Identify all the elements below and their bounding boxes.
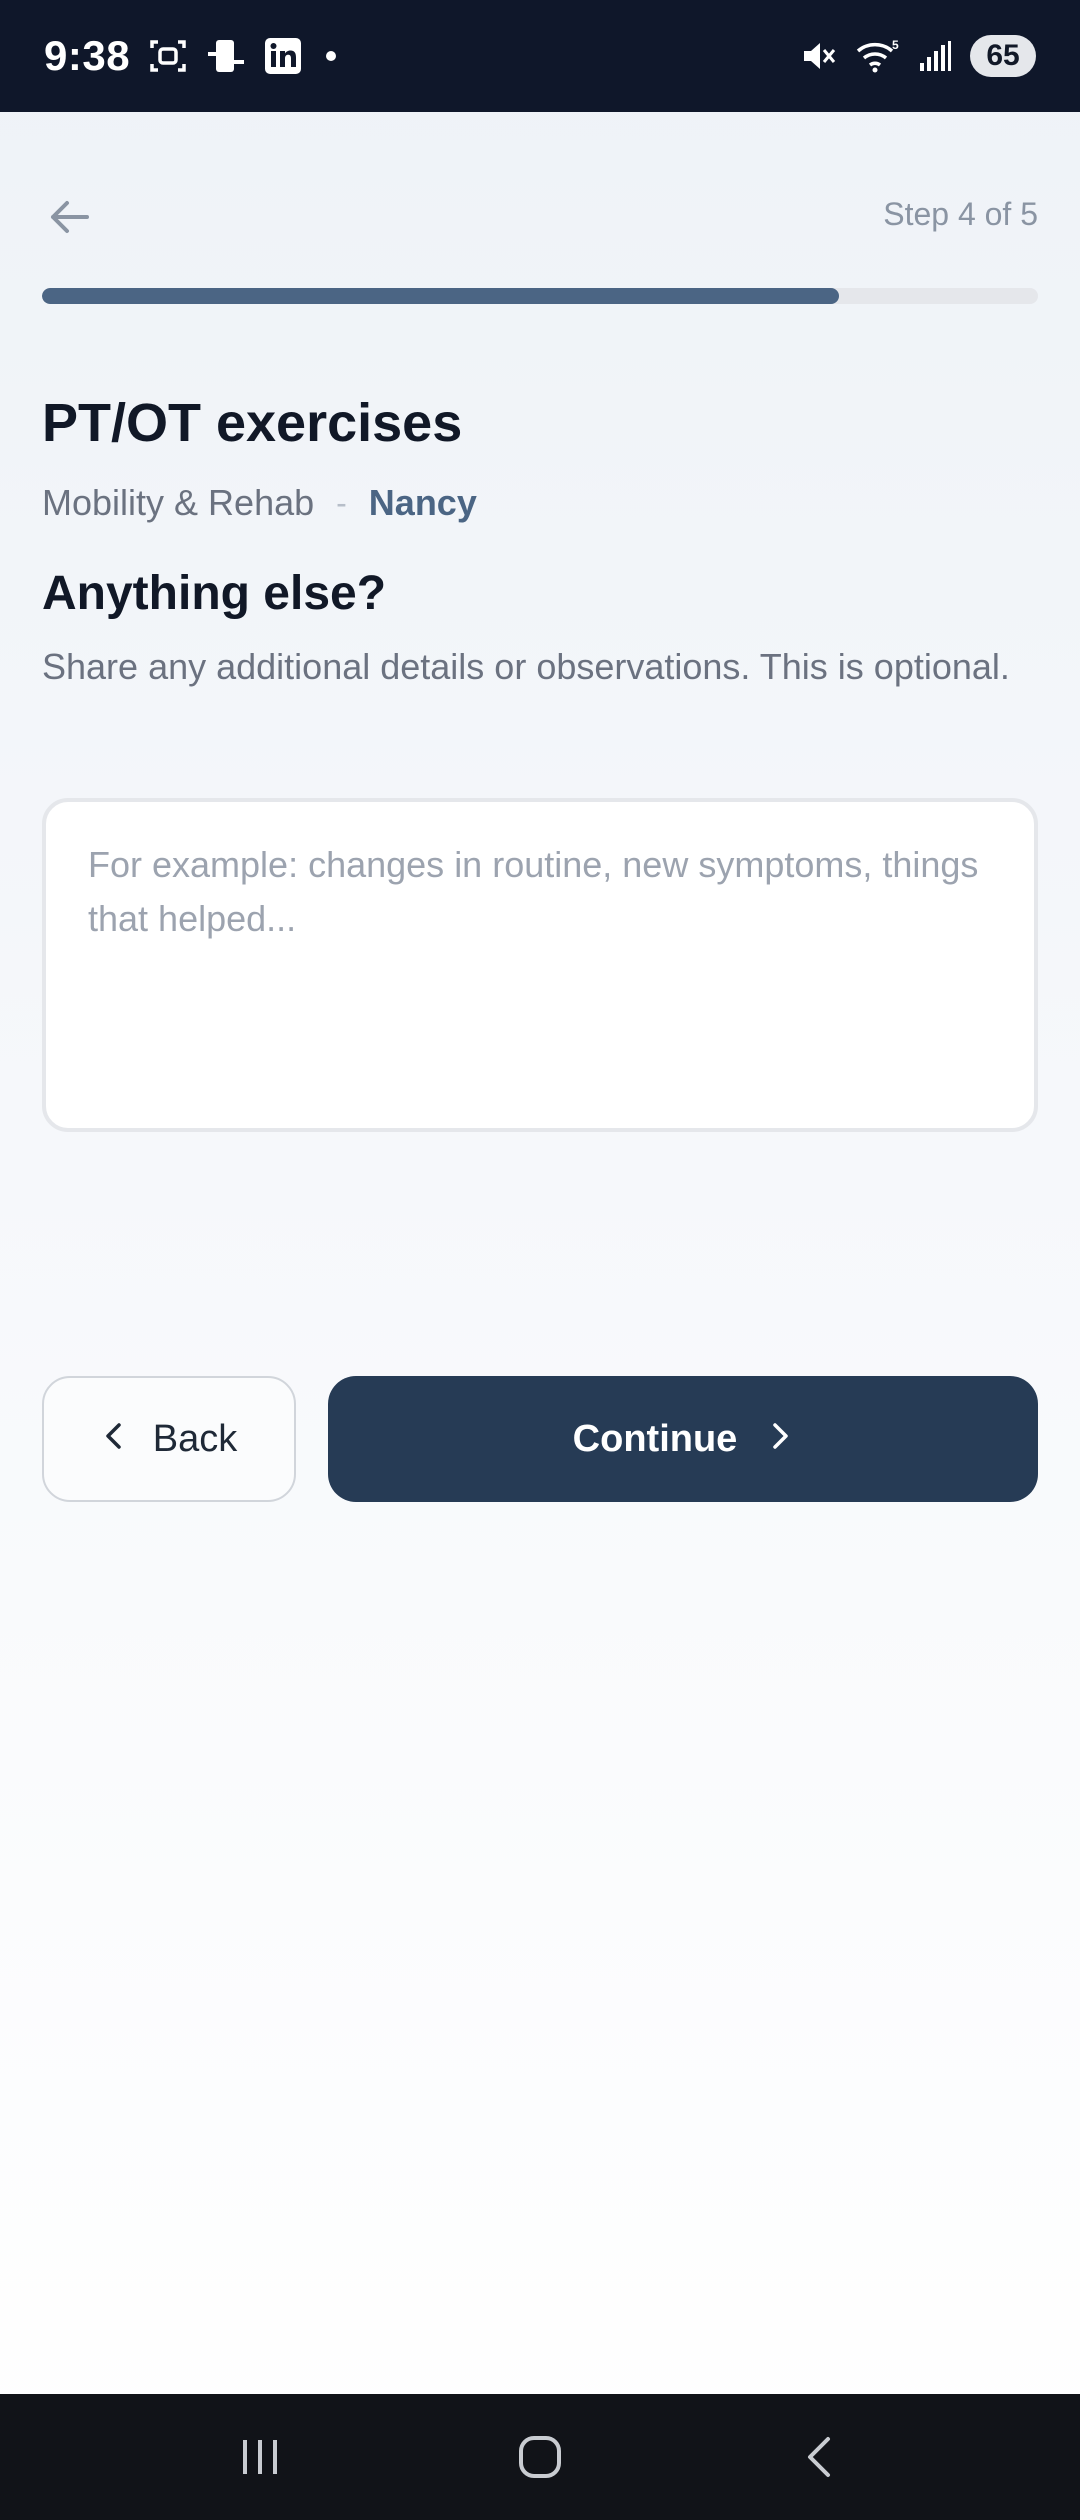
status-time: 9:38 [44,32,131,79]
question-title: Anything else? [42,567,387,620]
notes-textarea[interactable] [42,798,1038,1132]
battery-icon: 65 [970,35,1036,77]
mute-icon [800,37,838,75]
status-right: 5 65 [800,35,1036,77]
question-description: Share any additional details or observat… [42,646,1010,687]
chevron-right-icon [767,1418,793,1461]
progress-bar [42,288,1038,304]
home-icon[interactable] [500,2417,580,2497]
separator: - [336,484,347,521]
dot-icon [326,51,337,61]
status-left: 9:38 [44,32,337,80]
recent-apps-icon[interactable] [220,2417,300,2497]
continue-button-label: Continue [572,1417,738,1460]
device-icon [206,36,246,76]
back-arrow-icon[interactable] [42,190,96,244]
system-nav-bar [0,2394,1080,2520]
step-indicator: Step 4 of 5 [883,196,1038,232]
signal-icon [918,39,952,73]
status-bar: 9:38 5 65 [0,0,1080,112]
screenshot-icon [148,36,188,76]
linkedin-icon [264,37,302,75]
chevron-left-icon [101,1418,127,1461]
continue-button[interactable]: Continue [328,1376,1038,1502]
progress-fill [42,288,839,304]
wifi-icon: 5 [856,37,900,75]
back-button-label: Back [152,1417,238,1460]
back-button[interactable]: Back [42,1376,296,1502]
subtitle-row: Mobility & Rehab - Nancy [42,482,477,524]
system-back-icon[interactable] [780,2417,860,2497]
wifi-badge: 5 [892,38,899,52]
person-name: Nancy [368,482,477,523]
page-title: PT/OT exercises [42,393,463,453]
category-label: Mobility & Rehab [42,482,315,523]
